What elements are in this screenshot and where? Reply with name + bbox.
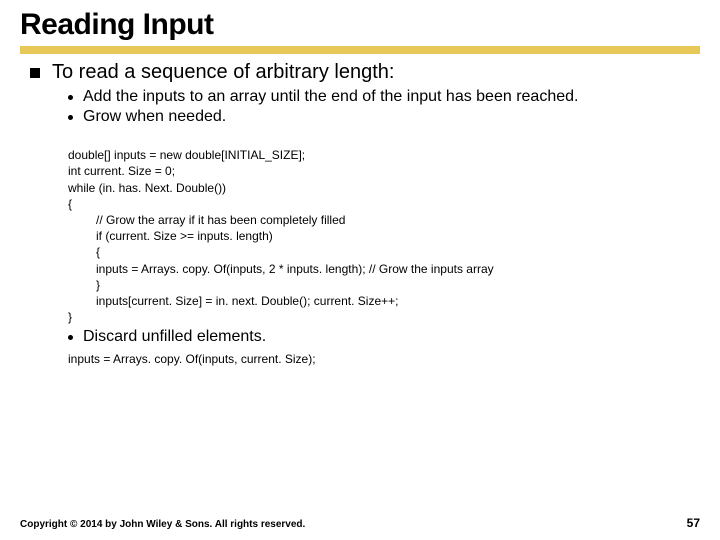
code-line: double[] inputs = new double[INITIAL_SIZ… bbox=[68, 148, 305, 162]
bullet-level2-text: Grow when needed. bbox=[83, 107, 226, 127]
code-block-2: inputs = Arrays. copy. Of(inputs, curren… bbox=[68, 351, 700, 367]
dot-bullet-icon bbox=[68, 335, 73, 340]
bullet-level2: Grow when needed. bbox=[68, 107, 700, 127]
code-line: } bbox=[68, 310, 72, 324]
code-line: } bbox=[68, 278, 100, 292]
code-line: if (current. Size >= inputs. length) bbox=[68, 229, 273, 243]
code-line: while (in. has. Next. Double()) bbox=[68, 181, 226, 195]
bullet-level2: Add the inputs to an array until the end… bbox=[68, 87, 700, 107]
code-line: // Grow the array if it has been complet… bbox=[68, 213, 345, 227]
slide: Reading Input To read a sequence of arbi… bbox=[0, 0, 720, 367]
code-line: int current. Size = 0; bbox=[68, 164, 175, 178]
slide-title: Reading Input bbox=[20, 8, 700, 42]
bullet-level1: To read a sequence of arbitrary length: bbox=[30, 60, 700, 85]
code-line: { bbox=[68, 245, 100, 259]
bullet-level1-text: To read a sequence of arbitrary length: bbox=[52, 60, 394, 85]
dot-bullet-icon bbox=[68, 95, 73, 100]
copyright-text: Copyright © 2014 by John Wiley & Sons. A… bbox=[20, 519, 305, 530]
dot-bullet-icon bbox=[68, 115, 73, 120]
bullet-level2: Discard unfilled elements. bbox=[68, 327, 700, 347]
code-line: inputs = Arrays. copy. Of(inputs, curren… bbox=[68, 352, 316, 366]
bullet-level2-text: Discard unfilled elements. bbox=[83, 327, 266, 347]
page-number: 57 bbox=[687, 516, 700, 530]
code-line: { bbox=[68, 197, 72, 211]
code-block-1: double[] inputs = new double[INITIAL_SIZ… bbox=[68, 131, 700, 325]
title-underline bbox=[20, 46, 700, 54]
bullet-level2-text: Add the inputs to an array until the end… bbox=[83, 87, 578, 107]
code-line: inputs[current. Size] = in. next. Double… bbox=[68, 294, 398, 308]
square-bullet-icon bbox=[30, 68, 40, 78]
code-line: inputs = Arrays. copy. Of(inputs, 2 * in… bbox=[68, 262, 494, 276]
